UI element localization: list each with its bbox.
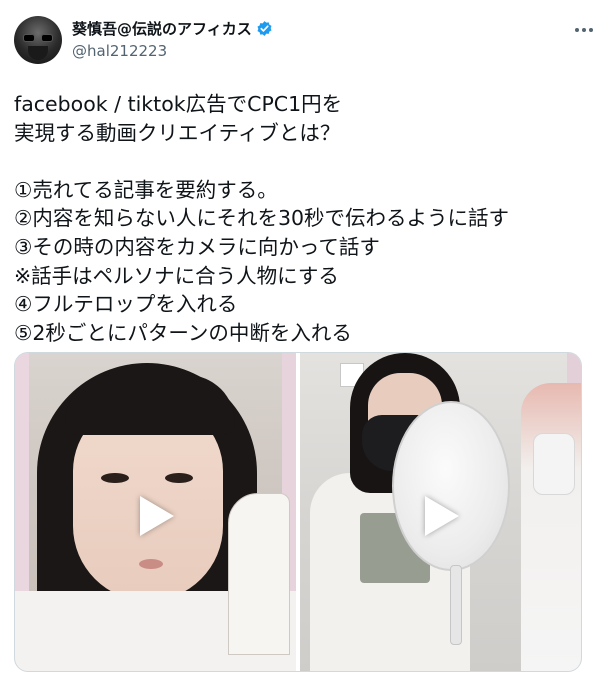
tweet-line-break	[14, 147, 600, 176]
tweet-line: ⑤2秒ごとにパターンの中断を入れる	[14, 320, 352, 345]
hand-mirror-handle	[450, 565, 462, 645]
tweet-line: ※話手はペルソナに合う人物にする	[14, 263, 339, 288]
makeup-artist-mask	[533, 433, 575, 495]
more-options-icon[interactable]	[570, 20, 598, 40]
video-person-lips	[139, 559, 163, 569]
video-thumbnail-1[interactable]	[15, 353, 296, 671]
user-handle[interactable]: @hal212223	[72, 42, 273, 60]
tweet-line: ②内容を知らない人にそれを30秒で伝わるように話す	[14, 206, 510, 231]
tweet-card: 葵慎吾@伝説のアフィカス @hal212223 facebook / tikto…	[0, 0, 614, 682]
tweet-line: ①売れてる記事を要約する。	[14, 177, 278, 202]
hand-mirror	[392, 401, 510, 571]
tweet-header: 葵慎吾@伝説のアフィカス @hal212223	[14, 16, 600, 68]
display-name-row: 葵慎吾@伝説のアフィカス	[72, 18, 273, 39]
video-thumbnail-2[interactable]	[300, 353, 581, 671]
avatar[interactable]	[14, 16, 62, 64]
author-names: 葵慎吾@伝説のアフィカス @hal212223	[72, 16, 273, 60]
makeup-artist	[521, 383, 581, 671]
tweet-line: 実現する動画クリエイティブとは？	[14, 120, 341, 145]
play-icon[interactable]	[128, 488, 184, 544]
verified-badge-icon	[256, 20, 273, 37]
tweet-text: facebook / tiktok広告でCPC1円を 実現する動画クリエイティブ…	[14, 90, 600, 347]
media-grid	[14, 352, 582, 672]
play-icon[interactable]	[413, 488, 469, 544]
video-person-eye	[101, 473, 129, 483]
video-person-bangs	[65, 375, 235, 435]
display-name[interactable]: 葵慎吾@伝説のアフィカス	[72, 18, 252, 39]
avatar-glasses	[23, 34, 53, 42]
tweet-line: ③その時の内容をカメラに向かって話す	[14, 234, 380, 259]
avatar-beard	[28, 46, 48, 60]
video-person-eye	[165, 473, 193, 483]
tweet-line: ④フルテロップを入れる	[14, 292, 238, 317]
tweet-line: facebook / tiktok広告でCPC1円を	[14, 92, 343, 116]
video-background-hood	[228, 493, 290, 655]
